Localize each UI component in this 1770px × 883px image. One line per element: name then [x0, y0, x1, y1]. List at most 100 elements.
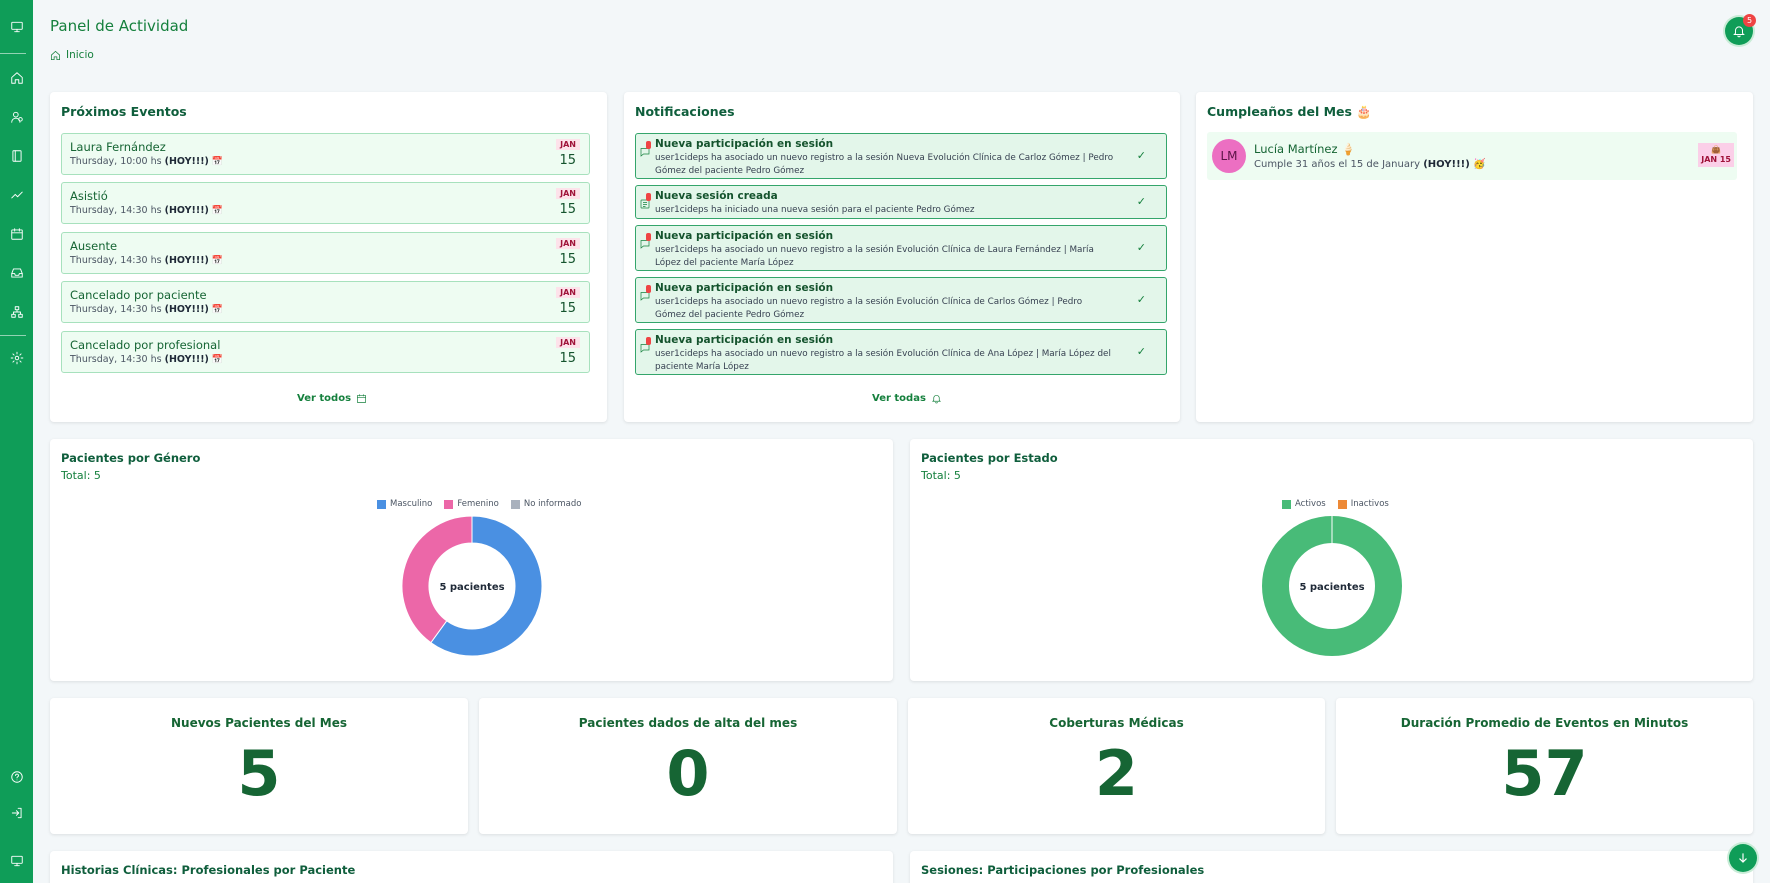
notification-title: Nueva sesión creada [655, 190, 778, 202]
mark-read-button[interactable]: ✓ [1137, 345, 1146, 358]
notification-item[interactable]: Nueva participación en sesión user1cidep… [635, 329, 1167, 375]
calendar-icon: 📅 [211, 256, 224, 266]
event-name: Cancelado por paciente [70, 288, 207, 302]
legend-item[interactable]: Masculino [377, 499, 432, 509]
legend-item[interactable]: No informado [510, 499, 582, 509]
breadcrumb[interactable]: Inicio [50, 49, 94, 61]
stat-card: Nuevos Pacientes del Mes 5 [50, 698, 468, 834]
donut-center-label: 5 pacientes [1299, 582, 1364, 593]
event-time: Thursday, 14:30 hs (HOY!!!) 📅 [70, 354, 224, 365]
see-all-notifications-link[interactable]: Ver todas [872, 393, 942, 404]
legend-label: Activos [1295, 499, 1326, 509]
sidebar-divider [0, 335, 26, 336]
home-icon [51, 50, 60, 60]
birthdays-title: Cumpleaños del Mes 🎂 [1207, 104, 1372, 119]
events-card: Próximos Eventos Laura Fernández Thursda… [50, 92, 607, 422]
mark-read-button[interactable]: ✓ [1137, 195, 1146, 208]
unread-indicator [646, 141, 651, 149]
notification-text: user1cideps ha asociado un nuevo registr… [655, 349, 1111, 372]
stat-card: Coberturas Médicas 2 [908, 698, 1325, 834]
mark-read-button[interactable]: ✓ [1137, 293, 1146, 306]
birthday-name: Lucía Martínez 🍦 [1254, 142, 1356, 156]
event-item[interactable]: Laura Fernández Thursday, 10:00 hs (HOY!… [61, 133, 590, 175]
calendar-icon: 📅 [211, 305, 224, 315]
mark-read-button[interactable]: ✓ [1137, 149, 1146, 162]
legend-label: Femenino [457, 499, 499, 509]
donut-center-label: 5 pacientes [439, 582, 504, 593]
legend-item[interactable]: Femenino [444, 499, 499, 509]
stat-value: 0 [666, 737, 710, 810]
event-month: JAN [556, 188, 580, 199]
monitor-icon[interactable] [0, 14, 33, 40]
calendar-icon[interactable] [0, 221, 33, 247]
legend-item[interactable]: Inactivos [1337, 499, 1389, 509]
chart-legend: Masculino Femenino No informado [377, 499, 581, 509]
notification-item[interactable]: Nueva participación en sesión user1cidep… [635, 277, 1167, 323]
chart-legend: Activos Inactivos [1282, 499, 1389, 509]
gender-donut-chart: 5 pacientes [401, 515, 543, 657]
sitemap-icon[interactable] [0, 299, 33, 325]
breadcrumb-home[interactable]: Inicio [66, 49, 94, 61]
event-day: 15 [559, 351, 576, 366]
stat-title: Coberturas Médicas [1049, 716, 1184, 730]
stat-title: Pacientes dados de alta del mes [578, 716, 798, 730]
monitor-icon[interactable] [0, 848, 33, 874]
bag-icon: 👜 [1711, 145, 1722, 154]
calendar-icon [357, 394, 366, 403]
event-month: JAN [556, 238, 580, 249]
gender-chart-total: Total: 5 [61, 469, 101, 482]
birthday-item[interactable]: LM Lucía Martínez 🍦 Cumple 31 años el 15… [1207, 132, 1737, 180]
chart-icon[interactable] [0, 182, 33, 208]
arrow-down-icon [1739, 853, 1747, 863]
stat-value: 5 [237, 737, 281, 810]
gender-chart-title: Pacientes por Género [61, 451, 201, 465]
stat-value: 57 [1501, 737, 1588, 810]
bell-icon [931, 395, 941, 404]
donut-slice-femenino[interactable] [401, 515, 473, 644]
gear-icon[interactable] [0, 345, 33, 371]
mark-read-button[interactable]: ✓ [1137, 241, 1146, 254]
event-day: 15 [559, 301, 576, 316]
events-title: Próximos Eventos [61, 104, 187, 119]
event-item[interactable]: Cancelado por paciente Thursday, 14:30 h… [61, 281, 590, 323]
event-month: JAN [556, 337, 580, 348]
notification-title: Nueva participación en sesión [655, 230, 834, 242]
bell-icon [1733, 26, 1745, 38]
sidebar [0, 0, 33, 883]
birthday-date-badge: 👜 JAN 15 [1698, 143, 1734, 167]
inbox-icon[interactable] [0, 260, 33, 286]
help-icon[interactable] [0, 764, 33, 790]
home-icon[interactable] [0, 65, 33, 91]
unread-indicator [646, 193, 651, 201]
legend-label: Inactivos [1350, 499, 1389, 509]
book-icon[interactable] [0, 143, 33, 169]
page-title: Panel de Actividad [50, 17, 189, 35]
event-month: JAN [556, 139, 580, 150]
scroll-down-button[interactable] [1729, 844, 1757, 872]
patients-icon[interactable] [0, 104, 33, 130]
legend-label: Masculino [390, 499, 433, 509]
clinical-records-title: Historias Clínicas: Profesionales por Pa… [61, 863, 356, 877]
legend-label: No informado [523, 499, 582, 509]
event-item[interactable]: Asistió Thursday, 14:30 hs (HOY!!!) 📅 JA… [61, 182, 590, 224]
calendar-icon: 📅 [211, 206, 224, 216]
legend-swatch [1337, 499, 1347, 509]
legend-swatch [510, 499, 520, 509]
event-month: JAN [556, 287, 580, 298]
gender-chart-card: Pacientes por Género Total: 5 Masculino F… [50, 439, 893, 681]
logout-icon[interactable] [0, 800, 33, 826]
legend-item[interactable]: Activos [1282, 499, 1326, 509]
event-item[interactable]: Ausente Thursday, 14:30 hs (HOY!!!) 📅 JA… [61, 232, 590, 274]
see-all-events-link[interactable]: Ver todos [297, 393, 367, 404]
see-all-events-label: Ver todos [297, 393, 352, 404]
notifications-title: Notificaciones [635, 104, 735, 119]
notification-item[interactable]: Nueva participación en sesión user1cidep… [635, 225, 1167, 271]
stat-card: Duración Promedio de Eventos en Minutos … [1336, 698, 1753, 834]
notification-count-badge: 5 [1743, 14, 1756, 27]
notification-item[interactable]: Nueva participación en sesión user1cidep… [635, 133, 1167, 179]
event-item[interactable]: Cancelado por profesional Thursday, 14:3… [61, 331, 590, 373]
notifications-card: Notificaciones Nueva participación en se… [624, 92, 1180, 422]
notification-title: Nueva participación en sesión [655, 334, 834, 346]
legend-swatch [444, 499, 454, 509]
notification-item[interactable]: Nueva sesión creada user1cideps ha inici… [635, 185, 1167, 219]
